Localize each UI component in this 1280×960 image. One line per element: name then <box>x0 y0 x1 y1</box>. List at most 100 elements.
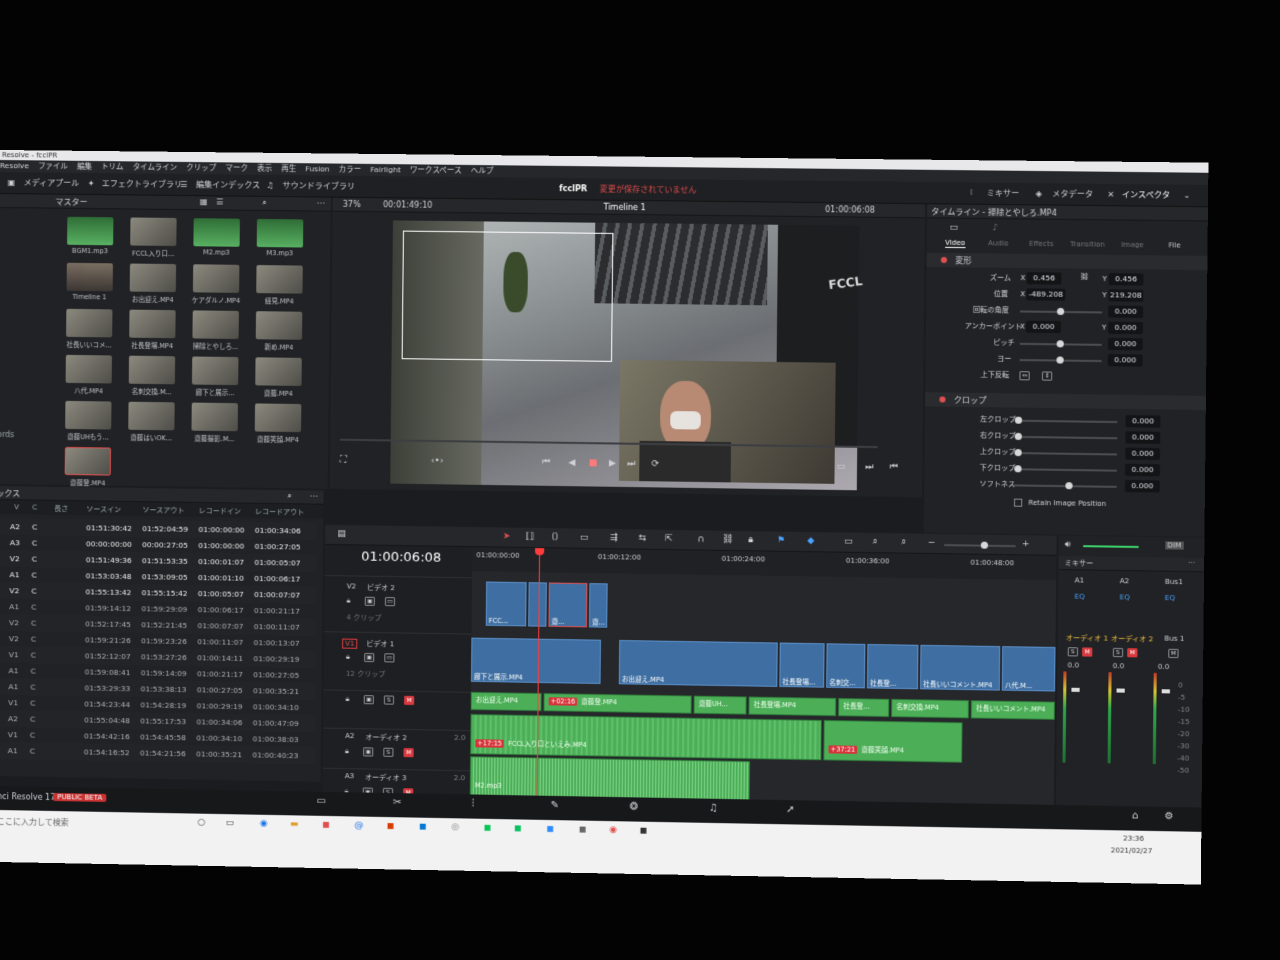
track-camera-icon[interactable]: ▣ <box>363 747 374 757</box>
marker-icon[interactable]: ◆ <box>807 536 814 546</box>
video-clip-thumbnail[interactable] <box>191 356 239 386</box>
select-tool-icon[interactable]: ➤ <box>503 531 511 541</box>
eq-button[interactable]: EQ <box>1120 593 1130 601</box>
chrome-icon[interactable]: ◉ <box>609 825 617 835</box>
softness-knob[interactable] <box>1065 482 1073 490</box>
app-icon[interactable]: ◎ <box>451 822 459 832</box>
softness-field[interactable]: 0.000 <box>1124 479 1160 493</box>
track-id[interactable]: V1 <box>342 638 358 649</box>
col-type[interactable]: C <box>32 503 37 511</box>
lock-icon[interactable]: 🔒︎ <box>346 653 350 662</box>
timeline-clip-thumbnail[interactable] <box>66 262 113 292</box>
col-track[interactable]: V <box>14 503 19 511</box>
video-clip-thumbnail[interactable] <box>191 402 238 432</box>
tab-effects[interactable]: Effects <box>1029 240 1053 248</box>
match-frame-icon[interactable]: ▭ <box>837 462 846 472</box>
zoom-slider[interactable] <box>944 541 1016 549</box>
eq-button[interactable]: EQ <box>1074 593 1084 601</box>
position-x-field[interactable]: -489.208 <box>1026 288 1066 301</box>
solo-icon[interactable]: S <box>383 695 395 705</box>
zoom-icon[interactable]: ◼ <box>546 824 554 834</box>
video-clip-thumbnail[interactable] <box>128 355 176 385</box>
lock-icon[interactable]: 🔒︎ <box>346 695 350 704</box>
v1-clip[interactable]: 廊下と展示.MP4 <box>470 637 601 684</box>
transform-box[interactable] <box>401 230 614 362</box>
crop-bottom-field[interactable]: 0.000 <box>1124 463 1161 477</box>
mixer-button[interactable]: ミキサー <box>986 183 1020 206</box>
office-icon[interactable]: ◼ <box>387 821 395 831</box>
col-duration[interactable]: 長さ <box>54 504 68 514</box>
more-icon[interactable]: ⋯ <box>1188 559 1195 567</box>
media-pool-button[interactable]: メディアプール <box>24 172 80 195</box>
outlook-icon[interactable]: ◼ <box>419 822 427 832</box>
crop-top-slider[interactable] <box>1014 449 1118 457</box>
task-switch-icon[interactable]: ▭ <box>225 818 234 828</box>
overwrite-icon[interactable]: ▭ <box>580 533 589 543</box>
a1-clip[interactable]: 社長登... <box>838 698 890 718</box>
video-clip-thumbnail[interactable] <box>64 446 112 476</box>
tab-image[interactable]: Image <box>1121 241 1144 249</box>
video-clip-thumbnail[interactable] <box>255 357 302 386</box>
video-clip-thumbnail[interactable] <box>129 263 177 293</box>
zoom-fit-icon[interactable]: ▭ <box>844 537 853 547</box>
replace-icon[interactable]: ⇆ <box>639 533 647 543</box>
track-enable-icon[interactable]: ▭ <box>384 597 396 607</box>
v2-clip[interactable]: FCC... <box>485 581 527 627</box>
anchor-x-field[interactable]: 0.000 <box>1026 320 1061 334</box>
crop-right-knob[interactable] <box>1014 432 1022 441</box>
zoom-in-icon[interactable]: + <box>1022 539 1030 549</box>
line-icon[interactable]: ◼ <box>484 823 492 833</box>
transform-section-header[interactable]: 変形 <box>926 252 1208 271</box>
mute-icon[interactable]: M <box>1082 647 1093 657</box>
crop-bottom-slider[interactable] <box>1014 465 1117 473</box>
menu-fusion[interactable]: Fusion <box>305 164 329 173</box>
fairlight-page-icon[interactable]: ♫ <box>709 803 718 814</box>
video-clip-thumbnail[interactable] <box>129 309 176 339</box>
v1-clip[interactable]: 社長いいコメント.MP4 <box>920 644 1001 691</box>
track-enable-icon[interactable]: ▭ <box>384 653 395 663</box>
a2-clip[interactable]: +37:21 齋藤笑顔.MP4 <box>823 719 963 763</box>
resolve-icon[interactable]: ◼ <box>639 826 647 836</box>
menu-trim[interactable]: トリム <box>101 162 124 171</box>
edit-index-button[interactable]: 編集インデックス <box>196 174 260 197</box>
mark-out-icon[interactable]: ⏮ <box>890 462 898 472</box>
yaw-slider[interactable] <box>1019 356 1102 364</box>
zoom-y-field[interactable]: 0.456 <box>1108 273 1144 286</box>
track-camera-icon[interactable]: ▣ <box>364 596 375 606</box>
video-clip-thumbnail[interactable] <box>254 403 302 433</box>
crop-left-knob[interactable] <box>1014 416 1023 424</box>
edge-icon[interactable]: ◉ <box>260 819 268 829</box>
menu-color[interactable]: カラー <box>339 165 362 174</box>
fader-knob[interactable] <box>1116 688 1125 693</box>
menu-fairlight[interactable]: Fairlight <box>370 165 400 174</box>
tab-video[interactable]: Video <box>945 238 966 249</box>
audio-clip-thumbnail[interactable] <box>256 218 304 248</box>
mark-in-icon[interactable]: ⏭ <box>865 462 873 472</box>
pitch-knob[interactable] <box>1056 340 1064 348</box>
deliver-page-icon[interactable]: ➚ <box>786 804 795 815</box>
explorer-icon[interactable]: ▬ <box>290 819 299 829</box>
timeline-selector[interactable]: Timeline 1 <box>603 203 645 213</box>
flip-horizontal-icon[interactable]: ⇔ <box>1019 371 1030 381</box>
col-record-in[interactable]: レコードイン <box>199 506 241 517</box>
search-icon[interactable]: ⌕ <box>287 491 292 501</box>
zoom-out-icon[interactable]: − <box>928 538 936 548</box>
solo-icon[interactable]: S <box>383 747 394 757</box>
video-clip-thumbnail[interactable] <box>66 308 113 338</box>
menu-view[interactable]: 表示 <box>257 164 272 173</box>
solo-icon[interactable]: S <box>1067 647 1079 657</box>
a1-clip[interactable]: +02:16 齋藤登.MP4 <box>543 693 692 714</box>
more-icon[interactable]: ⋯ <box>309 491 317 500</box>
menu-help[interactable]: ヘルプ <box>471 166 494 175</box>
menu-clip[interactable]: クリップ <box>186 163 216 172</box>
bin-name[interactable]: マスター <box>55 197 87 208</box>
video-clip-thumbnail[interactable] <box>192 264 240 293</box>
color-page-icon[interactable]: ❂ <box>630 801 639 812</box>
rotation-knob[interactable] <box>1056 307 1065 316</box>
task-view-icon[interactable]: ○ <box>197 818 205 828</box>
layout-icon[interactable]: ▤ <box>337 529 346 539</box>
col-source-in[interactable]: ソースイン <box>86 504 121 515</box>
mute-icon[interactable]: M <box>1168 648 1179 659</box>
flip-vertical-icon[interactable]: ⇕ <box>1041 371 1053 381</box>
link-icon[interactable]: ⛓ <box>1080 273 1089 281</box>
